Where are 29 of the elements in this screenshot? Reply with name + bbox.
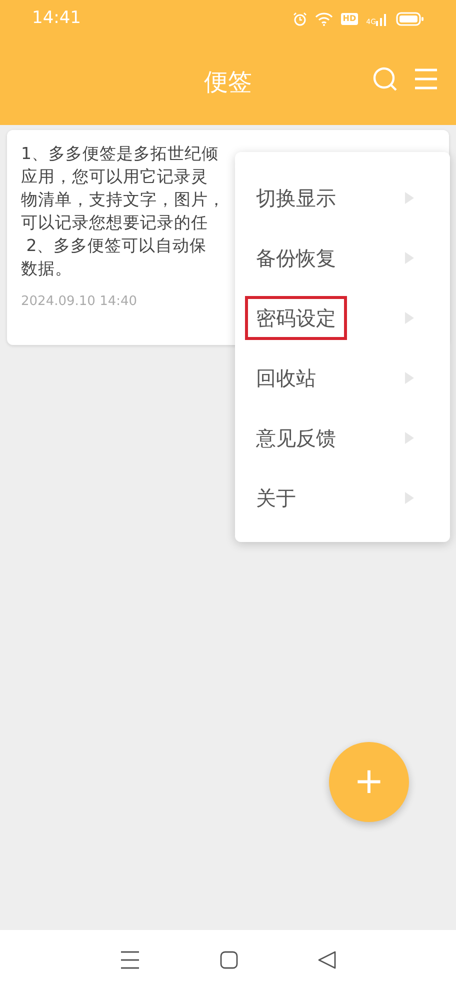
recents-icon[interactable] [120, 951, 140, 969]
status-time: 14:41 [32, 7, 81, 30]
menu-item[interactable]: 关于 [235, 468, 450, 528]
screen-title: 便签 [204, 66, 252, 98]
battery-icon [396, 12, 424, 26]
note-text: 物清单，支持文字，图片， [21, 189, 225, 211]
arrow-icon [405, 252, 414, 264]
arrow-icon [405, 312, 414, 324]
menu-item[interactable]: 密码设定 [235, 288, 450, 348]
note-text: 2、多多便签可以自动保 [25, 235, 207, 257]
menu-item[interactable]: 回收站 [235, 348, 450, 408]
signal-icon [376, 12, 388, 26]
note-text: 1、多多便签是多拓世纪倾 [21, 143, 218, 165]
menu-item[interactable]: 意见反馈 [235, 408, 450, 468]
hd-badge: HD [340, 13, 358, 25]
menu-item[interactable]: 备份恢复 [235, 228, 450, 288]
alarm-icon [292, 12, 307, 26]
arrow-icon [405, 432, 414, 444]
note-text: 数据。 [21, 258, 72, 280]
menu-item[interactable]: 切换显示 [235, 168, 450, 228]
home-icon[interactable] [220, 951, 238, 969]
arrow-icon [405, 492, 414, 504]
wifi-icon [314, 12, 333, 26]
note-date: 2024.09.10 14:40 [21, 293, 138, 311]
note-text: 可以记录您想要记录的任 [21, 212, 208, 234]
arrow-icon [405, 372, 414, 384]
arrow-icon [405, 192, 414, 204]
note-text: 应用，您可以用它记录灵 [21, 166, 208, 188]
back-icon[interactable] [318, 951, 336, 969]
